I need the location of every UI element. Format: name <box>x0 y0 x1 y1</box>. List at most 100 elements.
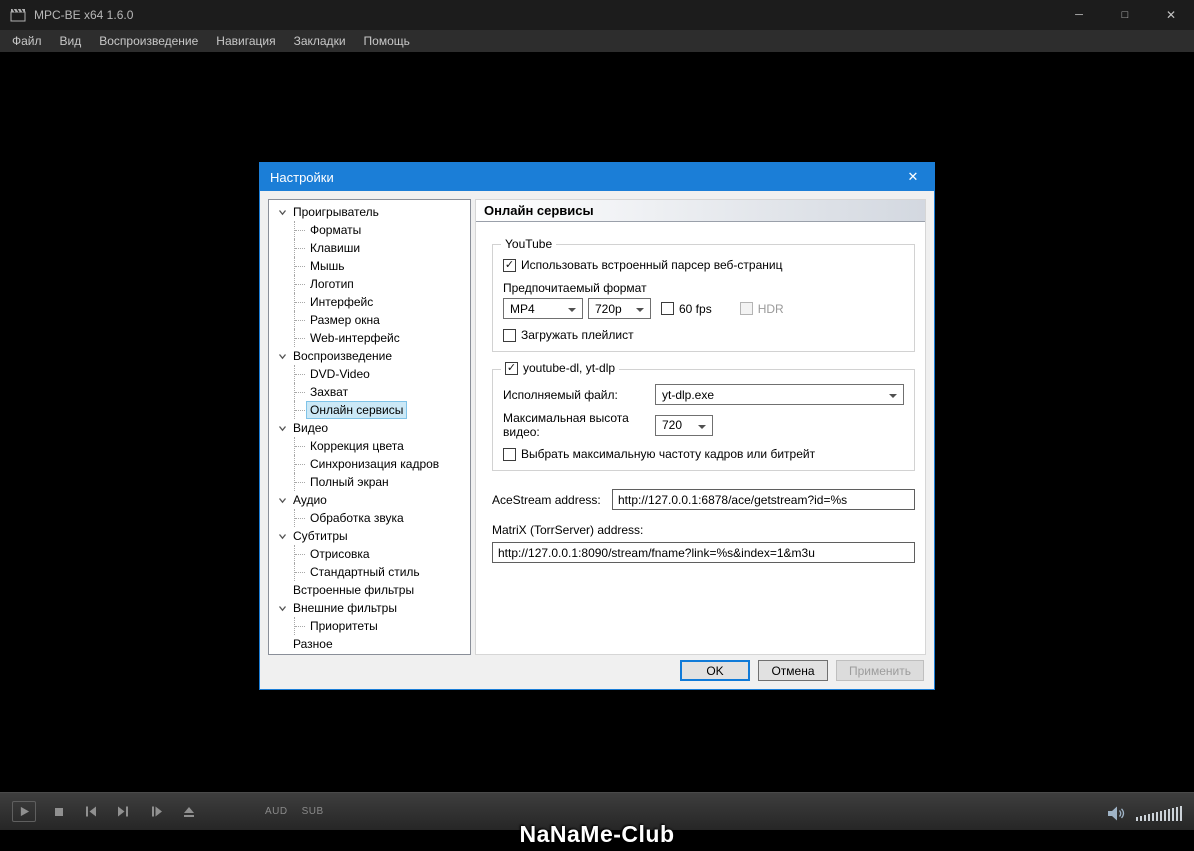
fps-checkbox[interactable]: 60 fps <box>661 302 712 316</box>
maximize-button[interactable]: □ <box>1102 0 1148 30</box>
volume-bar <box>1160 811 1162 821</box>
previous-button[interactable] <box>84 806 97 817</box>
tree-item[interactable]: Захват <box>269 383 470 401</box>
tree-item[interactable]: Размер окна <box>269 311 470 329</box>
tree-item[interactable]: Встроенные фильтры <box>269 581 470 599</box>
youtube-group: YouTube ✓ Использовать встроенный парсер… <box>492 244 915 352</box>
play-button[interactable] <box>12 801 36 822</box>
volume-slider[interactable] <box>1136 803 1182 821</box>
tree-item[interactable]: Логотип <box>269 275 470 293</box>
tree-item-label: Встроенные фильтры <box>290 582 417 598</box>
tree-item[interactable]: Клавиши <box>269 239 470 257</box>
bitrate-checkbox[interactable]: Выбрать максимальную частоту кадров или … <box>503 447 904 461</box>
speaker-icon[interactable] <box>1107 806 1126 821</box>
menu-bookmarks[interactable]: Закладки <box>285 31 355 51</box>
tree-item[interactable]: Стандартный стиль <box>269 563 470 581</box>
app-window: MPC-BE x64 1.6.0 ─ □ ✕ Файл Вид Воспроиз… <box>0 0 1194 851</box>
stop-button[interactable] <box>54 807 64 817</box>
acestream-input[interactable] <box>612 489 915 510</box>
frame-step-button[interactable] <box>150 806 163 817</box>
settings-dialog: Настройки ✕ ПроигрывательФорматыКлавишиМ… <box>259 162 935 690</box>
skip-previous-icon <box>84 806 97 817</box>
exe-select[interactable]: yt-dlp.exe <box>655 384 904 405</box>
web-parser-checkbox[interactable]: ✓ Использовать встроенный парсер веб-стр… <box>503 258 904 272</box>
subtitle-track-button[interactable]: SUB <box>302 806 324 817</box>
stop-icon <box>54 807 64 817</box>
tree-item[interactable]: Синхронизация кадров <box>269 455 470 473</box>
tree-item-label: Видео <box>290 420 331 436</box>
youtube-group-legend: YouTube <box>501 237 556 251</box>
close-button[interactable]: ✕ <box>1148 0 1194 30</box>
tree-item-label: Web-интерфейс <box>307 330 403 346</box>
volume-controls <box>1107 803 1182 821</box>
chevron-expanded-icon[interactable] <box>274 204 290 220</box>
next-button[interactable] <box>117 806 130 817</box>
volume-bar <box>1168 809 1170 821</box>
tree-item-label: Клавиши <box>307 240 363 256</box>
tree-item[interactable]: Web-интерфейс <box>269 329 470 347</box>
load-playlist-checkbox[interactable]: Загружать плейлист <box>503 328 904 342</box>
tree-item[interactable]: Отрисовка <box>269 545 470 563</box>
tree-item[interactable]: Полный экран <box>269 473 470 491</box>
tree-item[interactable]: Коррекция цвета <box>269 437 470 455</box>
tree-item[interactable]: Обработка звука <box>269 509 470 527</box>
cancel-button[interactable]: Отмена <box>758 660 828 681</box>
chevron-expanded-icon[interactable] <box>274 420 290 436</box>
tree-item-label: Онлайн сервисы <box>307 402 406 418</box>
tree-item-label: Проигрыватель <box>290 204 382 220</box>
chevron-expanded-icon[interactable] <box>274 528 290 544</box>
settings-page: Онлайн сервисы YouTube ✓ Использовать вс… <box>475 199 926 655</box>
page-content: YouTube ✓ Использовать встроенный парсер… <box>476 222 925 654</box>
eject-button[interactable] <box>183 806 195 818</box>
tree-item[interactable]: Онлайн сервисы <box>269 401 470 419</box>
tree-item[interactable]: Мышь <box>269 257 470 275</box>
menu-navigation[interactable]: Навигация <box>207 31 284 51</box>
tree-item[interactable]: Видео <box>269 419 470 437</box>
page-title: Онлайн сервисы <box>476 200 925 222</box>
chevron-expanded-icon[interactable] <box>274 348 290 364</box>
audio-track-button[interactable]: AUD <box>265 806 288 817</box>
tree-item[interactable]: Проигрыватель <box>269 203 470 221</box>
tree-item-label: Аудио <box>290 492 330 508</box>
minimize-button[interactable]: ─ <box>1056 0 1102 30</box>
ytdlp-legend-label: youtube-dl, yt-dlp <box>523 361 615 375</box>
volume-bar <box>1144 815 1146 821</box>
ok-button[interactable]: OK <box>680 660 750 681</box>
volume-bar <box>1152 813 1154 821</box>
tree-item-label: Отрисовка <box>307 546 373 562</box>
matrix-input[interactable] <box>492 542 915 563</box>
tree-item[interactable]: Воспроизведение <box>269 347 470 365</box>
tree-item[interactable]: Внешние фильтры <box>269 599 470 617</box>
frame-step-icon <box>150 806 163 817</box>
tree-item[interactable]: Форматы <box>269 221 470 239</box>
tree-item[interactable]: Субтитры <box>269 527 470 545</box>
max-height-label: Максимальная высота видео: <box>503 411 655 439</box>
resolution-select[interactable]: 720p <box>588 298 651 319</box>
dialog-close-button[interactable]: ✕ <box>892 163 934 191</box>
ytdlp-checkbox[interactable]: ✓ <box>505 362 518 375</box>
maximize-icon: □ <box>1122 9 1129 21</box>
tree-item[interactable]: Приоритеты <box>269 617 470 635</box>
chevron-expanded-icon[interactable] <box>274 492 290 508</box>
menu-file[interactable]: Файл <box>3 31 51 51</box>
format-select[interactable]: MP4 <box>503 298 583 319</box>
volume-bar <box>1180 806 1182 821</box>
checkbox-unchecked-icon <box>503 448 516 461</box>
checkbox-disabled-icon <box>740 302 753 315</box>
tree-item[interactable]: Разное <box>269 635 470 653</box>
menu-help[interactable]: Помощь <box>355 31 419 51</box>
chevron-expanded-icon[interactable] <box>274 600 290 616</box>
max-height-select[interactable]: 720 <box>655 415 713 436</box>
menu-playback[interactable]: Воспроизведение <box>90 31 207 51</box>
volume-bar <box>1140 816 1142 821</box>
tree-item-label: Обработка звука <box>307 510 407 526</box>
tree-item[interactable]: Интерфейс <box>269 293 470 311</box>
tree-item-label: DVD-Video <box>307 366 373 382</box>
skip-next-icon <box>117 806 130 817</box>
tree-item[interactable]: DVD-Video <box>269 365 470 383</box>
checkbox-unchecked-icon <box>503 329 516 342</box>
bitrate-label: Выбрать максимальную частоту кадров или … <box>521 447 815 461</box>
tree-item[interactable]: Аудио <box>269 491 470 509</box>
menu-view[interactable]: Вид <box>51 31 91 51</box>
max-height-value: 720 <box>662 418 682 432</box>
